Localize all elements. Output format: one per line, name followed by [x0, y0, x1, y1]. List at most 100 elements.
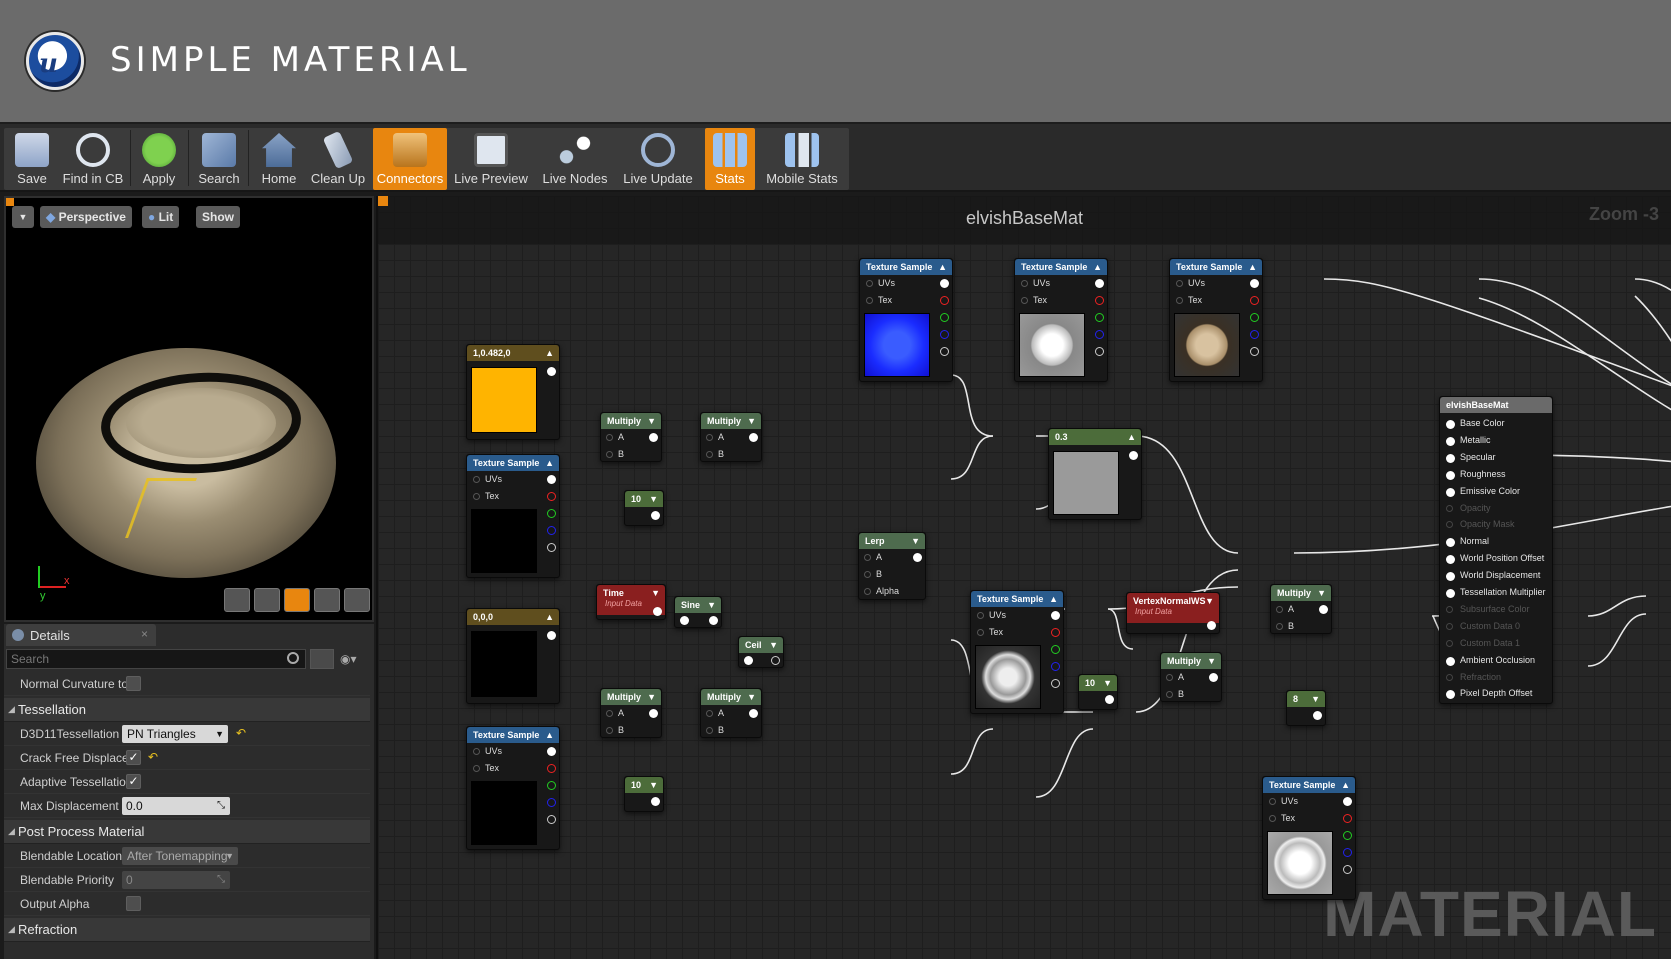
pin-connector-icon — [1446, 470, 1455, 480]
material-pin-label: Custom Data 0 — [1460, 620, 1521, 631]
constant-0-3-node[interactable]: 0.3 ▲ — [1048, 428, 1142, 520]
ceil-node[interactable]: Ceil ▼ — [738, 636, 784, 668]
details-search-input[interactable]: Search — [6, 649, 306, 669]
material-pin[interactable]: World Displacement — [1440, 569, 1554, 583]
lit-button[interactable]: ● Lit — [142, 206, 180, 228]
material-pin[interactable]: Opacity Mask — [1440, 518, 1554, 532]
multiply-node[interactable]: Multiply ▼ A B — [1270, 584, 1332, 634]
material-pin[interactable]: Refraction — [1440, 671, 1554, 685]
multiply-node[interactable]: Multiply ▼ A B — [700, 412, 762, 462]
constant-10-node[interactable]: 10 ▼ — [1078, 674, 1118, 710]
live-preview-button[interactable]: Live Preview — [452, 128, 530, 190]
time-node[interactable]: Time ▼ Input Data — [596, 584, 666, 620]
material-pin[interactable]: Subsurface Color — [1440, 603, 1554, 617]
material-pin[interactable]: Tessellation Multiplier — [1440, 586, 1554, 600]
details-tab[interactable]: Details × — [6, 624, 156, 646]
d3d11-tessellation-dropdown[interactable]: PN Triangles ▼ — [122, 725, 228, 743]
material-pin[interactable]: Specular — [1440, 451, 1554, 465]
close-icon[interactable]: × — [141, 627, 148, 641]
constant-vector-node[interactable]: 0,0,0 ▲ — [466, 608, 560, 704]
multiply-node[interactable]: Multiply ▼ A B — [700, 688, 762, 738]
material-pin-label: Opacity Mask — [1460, 519, 1515, 530]
texture-sample-node[interactable]: Texture Sample ▲ UVs Tex — [1014, 258, 1108, 382]
clean-up-button[interactable]: Clean Up — [306, 128, 370, 190]
spin-arrows-icon: ⤡ — [217, 800, 225, 811]
home-button[interactable]: Home — [252, 128, 306, 190]
lerp-node[interactable]: Lerp ▼ A B Alpha — [858, 532, 926, 600]
material-pin[interactable]: World Position Offset — [1440, 552, 1554, 566]
texture-sample-node[interactable]: Texture Sample ▲ UVs Tex — [1169, 258, 1263, 382]
constant-10-node[interactable]: 10 ▼ — [624, 490, 664, 526]
material-pin-label: Custom Data 1 — [1460, 637, 1521, 648]
material-pin[interactable]: Roughness — [1440, 468, 1554, 482]
max-displacement-input[interactable]: 0.0 ⤡ — [122, 797, 230, 815]
apply-button[interactable]: Apply — [134, 128, 184, 190]
mobile-stats-button[interactable]: Mobile Stats — [758, 128, 846, 190]
material-pin[interactable]: Base Color — [1440, 417, 1554, 431]
live-nodes-icon — [558, 133, 592, 167]
texture-preview-roughness — [1019, 313, 1085, 377]
multiply-node[interactable]: Multiply ▼ A B — [600, 688, 662, 738]
preview-plane-icon[interactable] — [284, 588, 310, 612]
material-result-node[interactable]: elvishBaseMat Base Color Metallic Specular… — [1439, 396, 1553, 704]
color-swatch-black — [471, 631, 537, 697]
material-pin[interactable]: Custom Data 0 — [1440, 620, 1554, 634]
connectors-button[interactable]: Connectors — [373, 128, 447, 190]
tessellation-section[interactable]: ◢ Tessellation — [4, 698, 370, 722]
preview-cylinder-icon[interactable] — [224, 588, 250, 612]
material-pin[interactable]: Normal — [1440, 535, 1554, 549]
texture-sample-node[interactable]: Texture Sample ▲ UVs Tex — [466, 726, 560, 850]
live-update-button[interactable]: Live Update — [616, 128, 700, 190]
pin-connector-icon — [1446, 622, 1453, 630]
show-button[interactable]: Show — [196, 206, 240, 228]
axis-y-line — [38, 566, 40, 588]
pin-connector-icon — [1446, 555, 1455, 565]
texture-preview-empty — [471, 509, 537, 573]
multiply-node[interactable]: Multiply ▼ A B — [1160, 652, 1222, 702]
reset-to-default-icon[interactable]: ↶ — [148, 750, 158, 764]
normal-curvature-checkbox[interactable] — [126, 676, 141, 691]
material-pin[interactable]: Emissive Color — [1440, 485, 1554, 499]
texture-sample-node[interactable]: Texture Sample ▲ UVs Tex — [859, 258, 953, 382]
material-pin[interactable]: Pixel Depth Offset — [1440, 687, 1554, 701]
crack-free-checkbox[interactable]: ✓ — [126, 750, 141, 765]
reset-to-default-icon[interactable]: ↶ — [236, 726, 246, 740]
unreal-engine-logo-icon: u — [26, 32, 84, 90]
refraction-section[interactable]: ◢ Refraction — [4, 918, 370, 942]
multiply-node[interactable]: Multiply ▼ A B — [600, 412, 662, 462]
stats-button[interactable]: Stats — [705, 128, 755, 190]
find-in-cb-button[interactable]: Find in CB — [58, 128, 128, 190]
constant-10-node[interactable]: 10 ▼ — [624, 776, 664, 812]
texture-preview-ao — [1267, 831, 1333, 895]
eye-visibility-icon[interactable]: ◉▾ — [340, 652, 368, 666]
material-pin[interactable]: Opacity — [1440, 502, 1554, 516]
vertex-normal-ws-node[interactable]: VertexNormalWS ▼ Input Data — [1126, 592, 1220, 634]
material-pin[interactable]: Metallic — [1440, 434, 1554, 448]
preview-sphere-icon[interactable] — [254, 588, 280, 612]
post-process-section[interactable]: ◢ Post Process Material — [4, 820, 370, 844]
view-options-list-icon[interactable] — [310, 649, 334, 669]
blendable-location-dropdown[interactable]: After Tonemapping ▼ — [122, 847, 238, 865]
checkmark-icon — [142, 133, 176, 167]
texture-sample-node[interactable]: Texture Sample ▲ UVs Tex — [970, 590, 1064, 714]
live-nodes-button[interactable]: Live Nodes — [538, 128, 612, 190]
material-pin[interactable]: Custom Data 1 — [1440, 637, 1554, 651]
preview-cube-icon[interactable] — [314, 588, 340, 612]
material-graph-canvas[interactable]: elvishBaseMat Zoom -3 MATERIAL Texture S… — [376, 196, 1671, 959]
constant-vector-node[interactable]: 1,0.482,0 ▲ — [466, 344, 560, 440]
adaptive-tessellation-checkbox[interactable]: ✓ — [126, 774, 141, 789]
pin-connector-icon — [1446, 605, 1453, 613]
blendable-priority-input[interactable]: 0 ⤡ — [122, 871, 230, 889]
material-pin[interactable]: Ambient Occlusion — [1440, 654, 1554, 668]
perspective-button[interactable]: ◆ Perspective — [40, 206, 132, 228]
preview-viewport[interactable]: ▼ ◆ Perspective ● Lit Show x y — [4, 196, 374, 622]
viewport-options-dropdown[interactable]: ▼ — [12, 206, 34, 228]
save-button[interactable]: Save — [8, 128, 56, 190]
output-alpha-checkbox[interactable] — [126, 896, 141, 911]
sine-node[interactable]: Sine ▼ — [674, 596, 722, 628]
preview-mesh-icon[interactable] — [344, 588, 370, 612]
search-button[interactable]: Search — [192, 128, 246, 190]
texture-sample-node[interactable]: Texture Sample ▲ UVs Tex — [466, 454, 560, 578]
constant-8-node[interactable]: 8 ▼ — [1286, 690, 1326, 726]
texture-sample-node[interactable]: Texture Sample ▲ UVs Tex — [1262, 776, 1356, 900]
